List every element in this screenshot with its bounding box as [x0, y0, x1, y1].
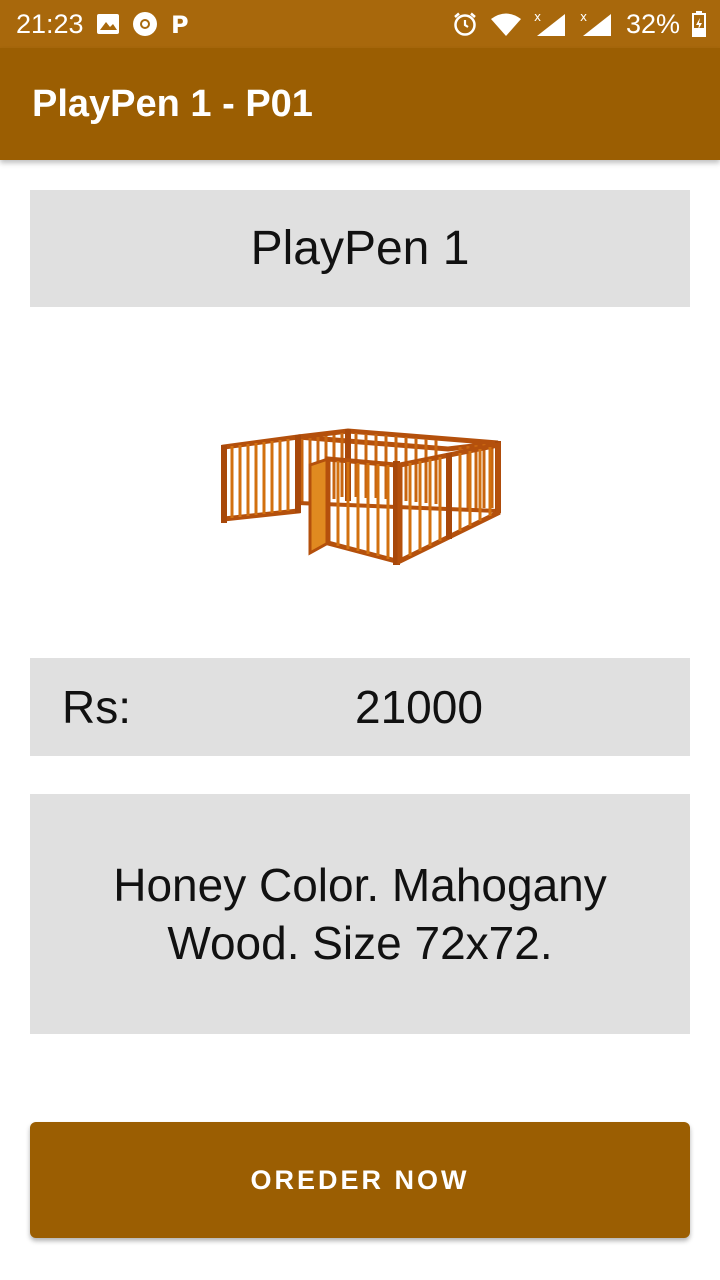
battery-text: 32%: [625, 8, 680, 39]
status-right: x x 32%: [452, 0, 706, 48]
chrome-icon: [132, 11, 158, 37]
status-left: 21:23 P: [16, 0, 192, 48]
app-bar: PlayPen 1 - P01: [0, 48, 720, 160]
battery-icon: [692, 11, 706, 37]
wifi-icon: [490, 11, 522, 37]
product-name: PlayPen 1: [250, 222, 470, 275]
order-now-button[interactable]: OREDER NOW: [30, 1122, 690, 1238]
signal-icon: x: [534, 10, 568, 38]
product-description: Honey Color. Mahogany Wood. Size 72x72.: [113, 859, 607, 969]
playpen-image: [210, 415, 510, 575]
description-box: Honey Color. Mahogany Wood. Size 72x72.: [30, 794, 690, 1034]
svg-text:x: x: [580, 10, 587, 24]
svg-text:P: P: [171, 11, 189, 37]
price-label: Rs:: [62, 681, 131, 733]
app-title: PlayPen 1 - P01: [32, 83, 313, 125]
order-now-label: OREDER NOW: [250, 1164, 470, 1195]
status-time: 21:23: [16, 8, 84, 39]
price-box: Rs: 21000: [30, 658, 690, 756]
p-icon: P: [170, 11, 192, 37]
signal-icon: x: [580, 10, 614, 38]
image-icon: [96, 12, 120, 36]
price-value: 21000: [355, 681, 483, 733]
alarm-icon: [452, 11, 478, 37]
product-name-box: PlayPen 1: [30, 190, 690, 307]
status-bar: 21:23 P x x 32%: [0, 0, 720, 48]
svg-text:x: x: [534, 10, 541, 24]
